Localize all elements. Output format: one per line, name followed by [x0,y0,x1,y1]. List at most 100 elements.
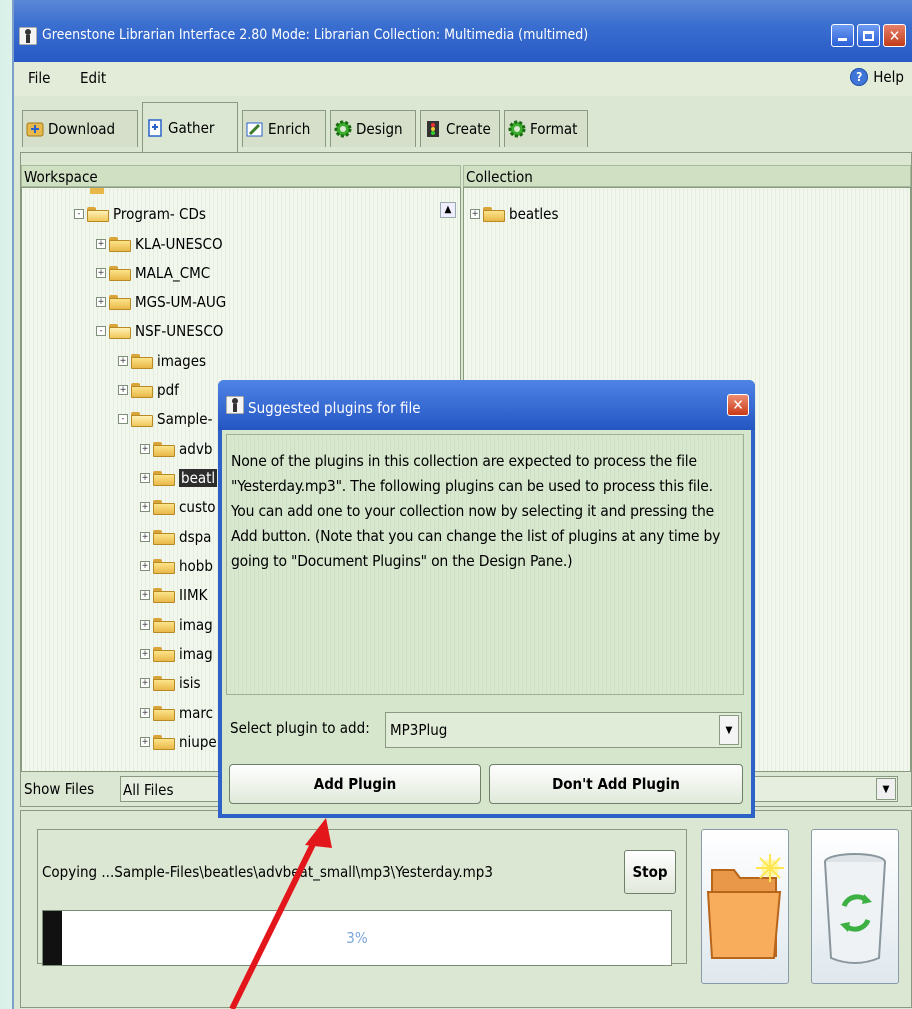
expand-toggle-icon[interactable]: + [140,737,150,747]
gather-icon [148,118,162,137]
menu-help[interactable]: ? Help [850,68,904,86]
folder-icon [153,499,175,515]
design-gear-icon [334,120,352,138]
dialog-close-button[interactable]: ✕ [727,394,749,416]
expand-toggle-icon[interactable]: + [140,561,150,571]
tree-node[interactable]: + advb [140,437,212,461]
tab-label: Gather [168,118,215,137]
tree-node-label: NSF-UNESCO [135,322,224,340]
select-plugin-label: Select plugin to add: [230,719,370,737]
tab-create[interactable]: Create [420,110,500,147]
tree-node-label-selected: beatl [179,469,218,487]
enrich-icon [246,122,263,137]
tree-node[interactable]: + niupe [140,730,217,754]
expand-toggle-icon[interactable]: + [140,444,150,454]
tree-node-label: Program- CDs [113,205,206,223]
dialog-title: Suggested plugins for file [248,399,421,417]
tab-download[interactable]: Download [22,110,138,147]
minimize-button[interactable] [831,24,854,47]
tree-node[interactable]: - Program- CDs [74,202,206,226]
collapse-toggle-icon[interactable]: - [74,209,84,219]
tree-node[interactable]: + marc [140,701,213,725]
expand-toggle-icon[interactable]: + [140,678,150,688]
window-title: Greenstone Librarian Interface 2.80 Mode… [42,27,589,43]
tree-node[interactable]: + images [118,349,206,373]
tree-node-label: advb [179,440,213,458]
tree-node-label: hobb [179,557,213,575]
tree-node[interactable]: - Sample- [118,407,212,431]
tree-node-label: images [157,352,207,370]
tab-gather[interactable]: Gather [142,102,238,152]
tree-node[interactable]: + MGS-UM-AUG [96,290,226,314]
tree-node-label: isis [179,674,201,692]
new-folder-button[interactable] [701,829,789,984]
tree-node-label: beatles [509,205,559,223]
tree-node-label: IIMK [179,586,208,604]
maximize-button[interactable] [857,24,880,47]
tree-node[interactable]: + beatl [140,466,218,490]
tree-node[interactable]: + dspa [140,525,211,549]
expand-toggle-icon[interactable]: + [140,590,150,600]
dialog-message: None of the plugins in this collection a… [231,452,721,570]
expand-toggle-icon[interactable]: + [140,708,150,718]
help-icon: ? [850,68,869,86]
close-icon: ✕ [732,396,744,414]
plugin-select-value: MP3Plug [390,721,448,739]
tree-node[interactable]: + custo [140,495,216,519]
collapse-toggle-icon[interactable]: - [96,326,106,336]
tree-node[interactable]: + imag [140,613,213,637]
expand-toggle-icon[interactable]: + [470,209,480,219]
tree-node[interactable]: + MALA_CMC [96,261,210,285]
bottom-panel: Copying ...Sample-Files\beatles\advbeat_… [20,810,912,1008]
menu-file[interactable]: File [28,69,50,87]
stop-button[interactable]: Stop [624,850,676,894]
expand-toggle-icon[interactable]: + [140,532,150,542]
collapse-toggle-icon[interactable]: - [118,414,128,424]
tab-enrich[interactable]: Enrich [242,110,326,147]
expand-toggle-icon[interactable]: + [118,356,128,366]
add-plugin-button[interactable]: Add Plugin [229,764,481,804]
tab-label: Design [356,120,403,138]
expand-toggle-icon[interactable]: + [140,649,150,659]
workspace-header: Workspace [21,165,461,187]
tree-node[interactable]: + beatles [470,202,559,226]
tree-node[interactable]: + isis [140,671,201,695]
tree-node[interactable]: + IIMK [140,583,207,607]
expand-toggle-icon[interactable]: + [140,502,150,512]
expand-toggle-icon[interactable]: + [140,620,150,630]
menu-edit[interactable]: Edit [80,69,106,87]
expand-toggle-icon[interactable]: + [140,473,150,483]
dont-add-plugin-button[interactable]: Don't Add Plugin [489,764,743,804]
folder-icon [131,353,153,369]
chevron-down-icon[interactable]: ▼ [719,715,739,745]
tree-node[interactable]: + pdf [118,378,179,402]
tree-node[interactable]: - NSF-UNESCO [96,319,223,343]
folder-icon [131,382,153,398]
tab-label: Create [446,120,491,138]
tree-node[interactable]: + KLA-UNESCO [96,232,223,256]
expand-toggle-icon[interactable]: + [118,385,128,395]
tab-label: Download [48,120,116,138]
folder-open-icon [131,411,153,427]
plugin-select[interactable]: MP3Plug ▼ [385,712,742,748]
expand-toggle-icon[interactable]: + [96,239,106,249]
folder-icon [153,441,175,457]
chevron-down-icon[interactable]: ▼ [876,778,896,800]
tree-node[interactable]: + hobb [140,554,213,578]
tab-label: Format [530,120,578,138]
close-button[interactable]: ✕ [883,24,906,47]
scroll-up-icon[interactable]: ▲ [440,202,456,218]
tree-node[interactable]: + imag [140,642,213,666]
expand-toggle-icon[interactable]: + [96,268,106,278]
recycle-bin-button[interactable] [811,829,899,984]
folder-icon [153,587,175,603]
dialog-message-area: None of the plugins in this collection a… [226,434,744,695]
folder-icon [153,558,175,574]
folder-open-icon [109,323,131,339]
download-icon [26,122,44,137]
tab-design[interactable]: Design [330,110,416,147]
recycle-bin-icon [824,853,886,964]
expand-toggle-icon[interactable]: + [96,297,106,307]
title-bar: Greenstone Librarian Interface 2.80 Mode… [14,0,912,62]
tab-format[interactable]: Format [504,110,588,147]
